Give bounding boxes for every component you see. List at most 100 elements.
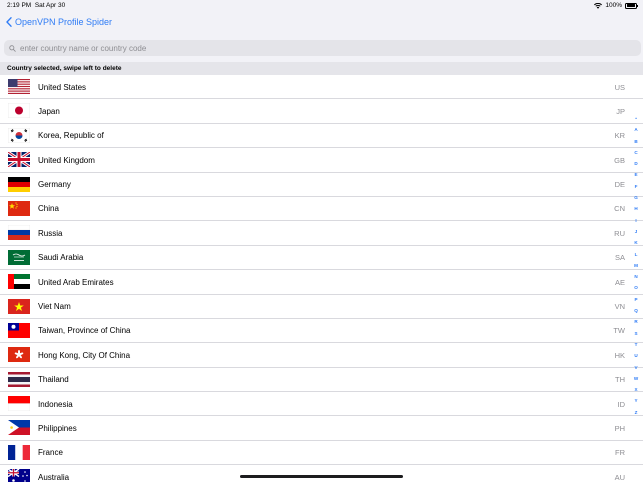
country-code: DE [614, 180, 625, 190]
ae-flag-icon [8, 274, 30, 290]
country-code: TH [615, 375, 625, 385]
country-list[interactable]: United States US Japan JP Korea, Republic of… [0, 75, 643, 482]
country-name: United Kingdom [38, 155, 95, 165]
wifi-icon [594, 2, 603, 9]
section-index-letter[interactable]: K [634, 237, 637, 248]
country-row[interactable]: Saudi Arabia SA [0, 246, 643, 271]
country-code: JP [616, 106, 625, 116]
back-button-label: OpenVPN Profile Spider [15, 17, 113, 27]
country-name: Hong Kong, City Of China [38, 350, 131, 360]
country-name: Philippines [38, 423, 77, 433]
section-index-letter[interactable]: G [634, 192, 638, 203]
country-code: SA [614, 253, 625, 263]
country-row[interactable]: Hong Kong, City Of China HK [0, 343, 643, 368]
search-field[interactable] [4, 40, 641, 56]
tw-flag-icon [8, 322, 30, 338]
country-code: AE [614, 277, 625, 287]
section-index-letter[interactable]: E [634, 169, 637, 180]
status-time-date: 2:19 PM Sat Apr 30 [7, 2, 66, 9]
section-index-letter[interactable]: A [634, 124, 637, 135]
section-index-letter[interactable]: Z [635, 407, 638, 418]
country-code: FR [615, 448, 625, 458]
country-code: CN [614, 204, 625, 214]
country-row[interactable]: Germany DE [0, 173, 643, 197]
country-name: Russia [38, 228, 63, 238]
id-flag-icon [8, 396, 30, 412]
vn-flag-icon [8, 298, 30, 314]
battery-percent: 100% [605, 2, 622, 9]
de-flag-icon [8, 176, 30, 192]
country-code: AU [614, 472, 625, 482]
country-code: KR [614, 131, 625, 141]
section-index-letter[interactable]: Y [634, 395, 637, 406]
country-row[interactable]: Japan JP [0, 99, 643, 124]
fr-flag-icon [8, 444, 30, 460]
section-index-letter[interactable]: O [634, 282, 638, 293]
status-bar: 2:19 PM Sat Apr 30 100% [0, 0, 643, 12]
country-row[interactable]: Taiwan, Province of China TW [0, 319, 643, 344]
country-row[interactable]: Philippines PH [0, 416, 643, 441]
country-row[interactable]: China CN [0, 197, 643, 222]
country-name: United States [38, 82, 87, 92]
country-row[interactable]: Viet Nam VN [0, 295, 643, 319]
section-index-letter[interactable]: M [634, 260, 638, 271]
country-name: Germany [38, 180, 71, 190]
country-row[interactable]: United Kingdom GB [0, 148, 643, 173]
country-code: TW [613, 326, 625, 336]
section-index-letter[interactable]: W [634, 373, 638, 384]
section-index-letter[interactable]: N [634, 271, 637, 282]
section-index-letter[interactable]: F [635, 181, 638, 192]
search-icon [9, 44, 16, 52]
country-name: France [38, 448, 63, 458]
ru-flag-icon [8, 225, 30, 241]
search-input[interactable] [20, 43, 620, 53]
section-index-letter[interactable]: X [634, 384, 637, 395]
section-index-letter[interactable]: P [634, 294, 637, 305]
section-index-letter[interactable]: L [635, 249, 638, 260]
section-index-letter[interactable]: D [634, 158, 637, 169]
country-name: Saudi Arabia [38, 253, 84, 263]
section-index-letter[interactable]: U [634, 350, 637, 361]
country-row[interactable]: Russia RU [0, 221, 643, 246]
country-code: US [614, 82, 625, 92]
section-index[interactable]: • A B C D E F G H I J K L M N O P Q R S T U V W X Y Z [633, 113, 639, 418]
back-button[interactable]: OpenVPN Profile Spider [6, 17, 112, 27]
section-index-letter[interactable]: H [634, 203, 637, 214]
country-row[interactable]: Thailand TH [0, 368, 643, 393]
country-code: RU [614, 228, 625, 238]
country-name: Australia [38, 472, 70, 482]
section-index-letter[interactable]: T [635, 339, 638, 350]
section-index-letter[interactable]: S [634, 328, 637, 339]
country-row[interactable]: Australia AU [0, 465, 643, 482]
country-name: Korea, Republic of [38, 131, 104, 141]
section-index-letter[interactable]: Q [634, 305, 638, 316]
country-code: ID [617, 399, 626, 409]
country-row[interactable]: United Arab Emirates AE [0, 270, 643, 295]
gb-flag-icon [8, 152, 30, 168]
country-row[interactable]: United States US [0, 75, 643, 100]
hk-flag-icon [8, 347, 30, 363]
search-bar [0, 35, 643, 62]
au-flag-icon [8, 469, 30, 482]
us-flag-icon [8, 79, 30, 94]
country-code: HK [614, 350, 625, 360]
country-row[interactable]: France FR [0, 441, 643, 466]
section-index-letter[interactable]: C [634, 147, 637, 158]
section-index-letter[interactable]: B [634, 136, 637, 147]
section-index-letter[interactable]: • [635, 113, 637, 124]
country-row[interactable]: Indonesia ID [0, 392, 643, 417]
country-name: United Arab Emirates [38, 277, 114, 287]
chevron-left-icon [6, 17, 12, 27]
status-indicators: 100% [594, 2, 638, 9]
kr-flag-icon [8, 127, 30, 143]
ph-flag-icon [8, 420, 30, 436]
country-code: VN [614, 302, 625, 312]
section-index-letter[interactable]: R [634, 316, 637, 327]
section-index-letter[interactable]: V [634, 362, 637, 373]
home-indicator [240, 475, 403, 478]
country-row[interactable]: Korea, Republic of KR [0, 124, 643, 149]
section-header: Country selected, swipe left to delete [0, 62, 643, 75]
section-index-letter[interactable]: J [635, 226, 638, 237]
country-name: Indonesia [38, 399, 73, 409]
section-index-letter[interactable]: I [635, 215, 636, 226]
